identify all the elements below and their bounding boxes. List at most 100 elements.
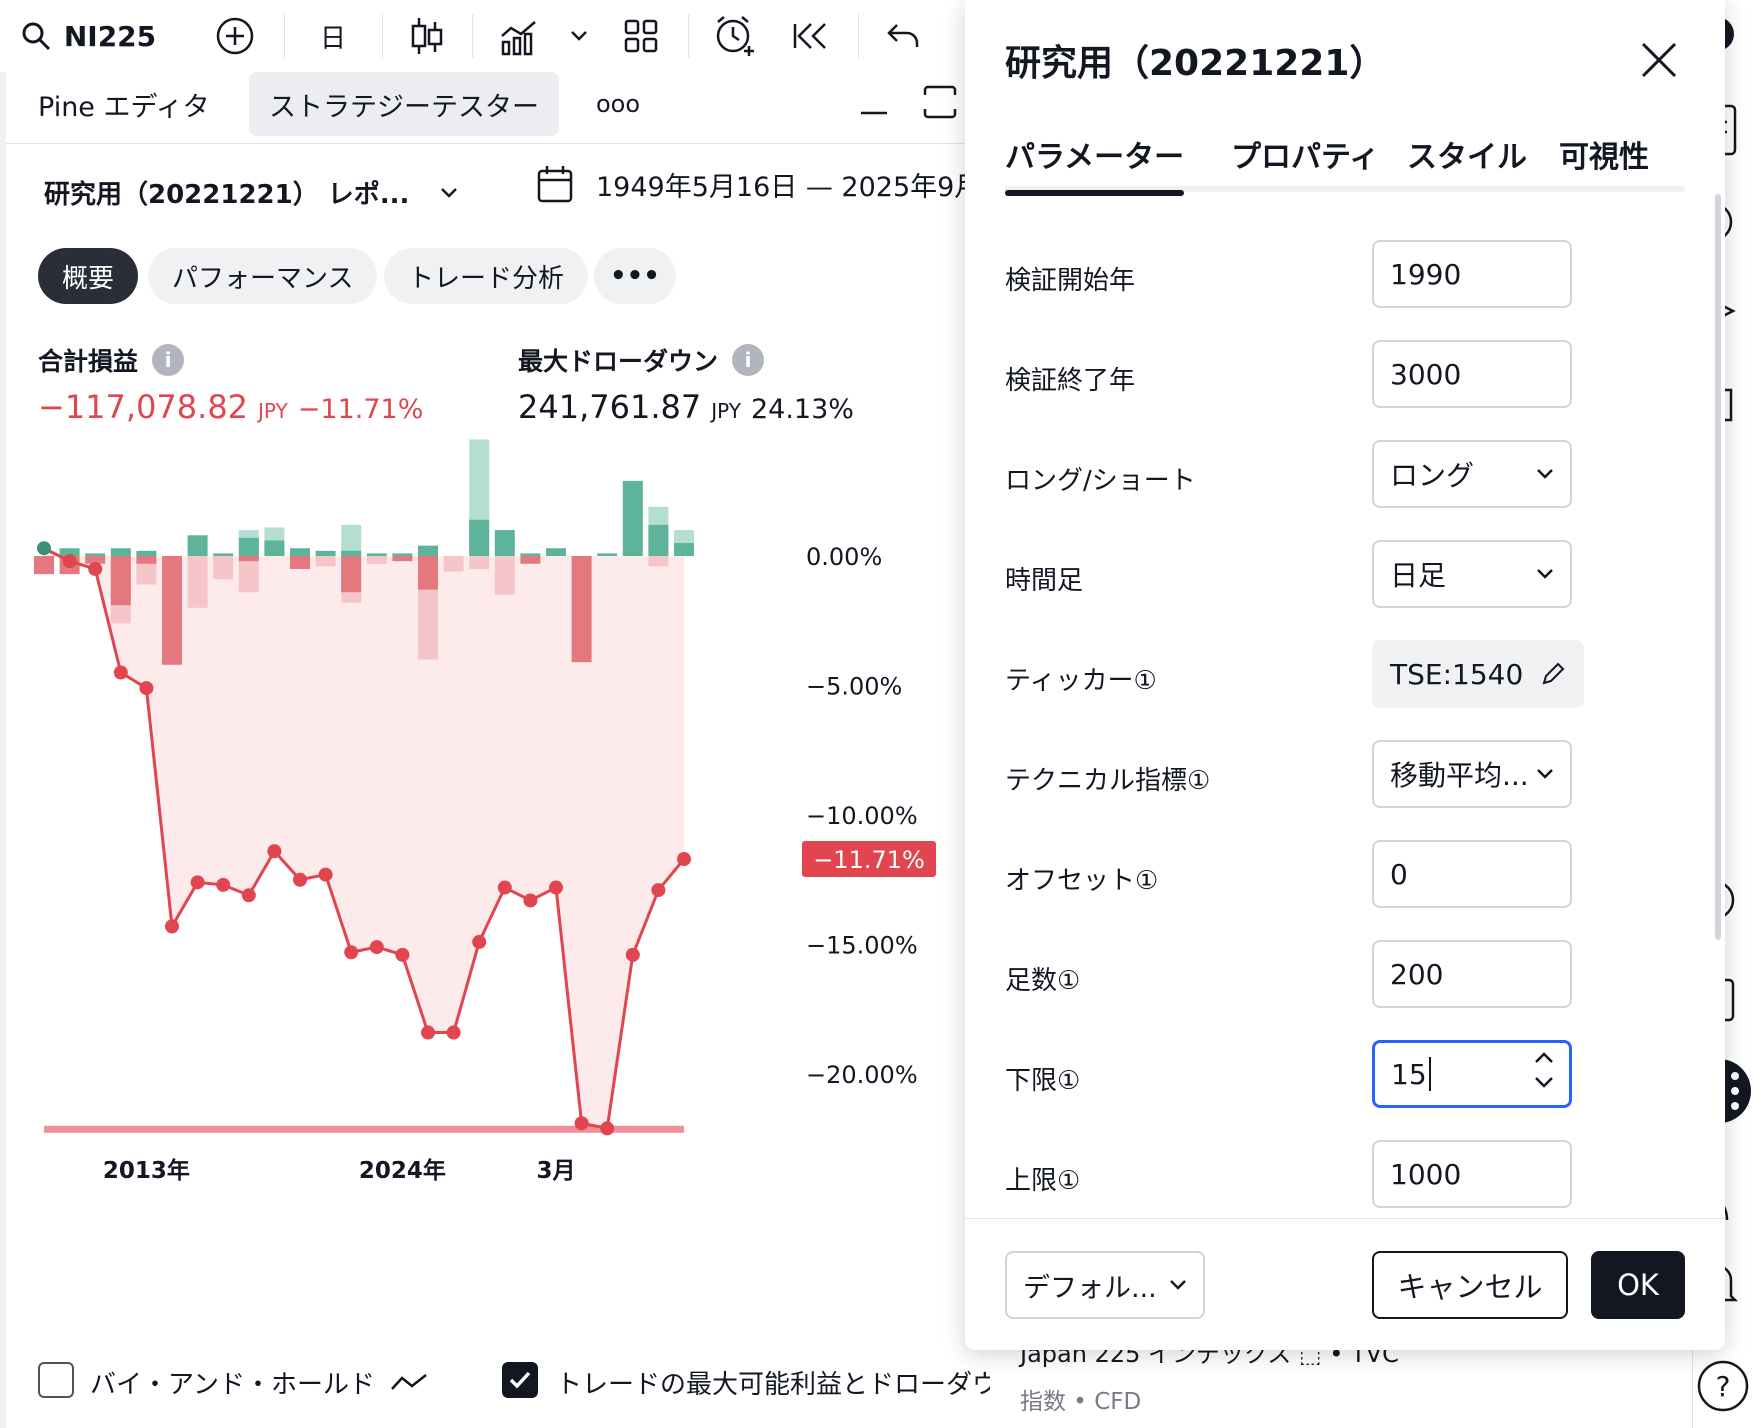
- param-select-direction[interactable]: ロング: [1372, 440, 1572, 508]
- chevron-down-icon: [1537, 569, 1553, 579]
- tab-visibility[interactable]: 可視性: [1559, 132, 1649, 188]
- defaults-dropdown[interactable]: デフォル...: [1005, 1251, 1205, 1319]
- equity-point: [472, 934, 487, 949]
- equity-point: [523, 893, 538, 908]
- alarm-clock-plus-icon: [716, 16, 754, 56]
- equity-point: [369, 940, 384, 955]
- close-icon: [1641, 42, 1677, 78]
- bar-max-drawdown: [648, 556, 669, 567]
- y-tick-label: −10.00%: [806, 802, 918, 830]
- bar-loss: [162, 556, 182, 665]
- param-label-start-year: 検証開始年: [1005, 266, 1136, 296]
- close-button[interactable]: [1635, 36, 1683, 84]
- param-label-bars: 足数①: [1005, 966, 1081, 996]
- bar-profit: [622, 480, 643, 556]
- grid-layout-icon: [624, 19, 658, 53]
- x-tick-label: 3月: [536, 1158, 575, 1184]
- param-input-bars[interactable]: 200: [1372, 940, 1572, 1008]
- defaults-label: デフォル...: [1023, 1272, 1157, 1304]
- indicators-button[interactable]: [494, 0, 544, 72]
- bar-profit: [418, 545, 438, 556]
- param-input-lower[interactable]: 15: [1372, 1040, 1572, 1108]
- bar-loss: [110, 556, 131, 606]
- bar-profit: [674, 543, 694, 556]
- bar-profit: [264, 540, 285, 556]
- bar-profit: [238, 537, 259, 556]
- bar-max-drawdown: [366, 556, 387, 564]
- toolbar-divider: [688, 14, 689, 58]
- bar-loss: [290, 556, 310, 569]
- chevron-down-icon: [1537, 769, 1553, 779]
- param-value: 0: [1390, 857, 1408, 891]
- tab-style[interactable]: スタイル: [1407, 132, 1527, 188]
- search-icon: [22, 22, 50, 51]
- undo-icon: [887, 24, 919, 47]
- dialog-scrollbar[interactable]: [1715, 194, 1721, 940]
- equity-point: [395, 947, 410, 962]
- buy-hold-checkbox[interactable]: [38, 1362, 74, 1398]
- indicators-icon: [501, 21, 536, 56]
- bar-profit: [341, 550, 362, 556]
- equity-point: [651, 883, 666, 898]
- chart-options-row: バイ・アンド・ホールド トレードの最大可能利益とドローダウ: [0, 1352, 998, 1428]
- equity-point: [241, 888, 256, 903]
- dialog-footer: デフォル... キャンセル OK: [965, 1218, 1725, 1350]
- bar-loss: [34, 556, 54, 575]
- param-ticker-button[interactable]: TSE:1540: [1372, 640, 1584, 708]
- max-profit-checkbox[interactable]: [502, 1362, 538, 1398]
- ok-button[interactable]: OK: [1591, 1251, 1685, 1319]
- chevron-up-icon[interactable]: [1533, 1051, 1555, 1065]
- bar-max-drawdown: [494, 556, 515, 595]
- compare-add-button[interactable]: [210, 0, 260, 72]
- layout-button[interactable]: [616, 0, 666, 72]
- buy-hold-label: バイ・アンド・ホールド: [90, 1370, 375, 1400]
- toolbar-divider: [858, 14, 859, 58]
- bar-profit: [187, 535, 208, 556]
- chart-type-button[interactable]: [402, 0, 452, 72]
- param-label-timeframe: 時間足: [1005, 566, 1084, 596]
- equity-chart: 0.00% −5.00% −10.00% −15.00% −20.00% 2013年 202…: [34, 439, 936, 1184]
- alert-button[interactable]: [710, 0, 760, 72]
- param-value: 1990: [1390, 257, 1462, 291]
- equity-point: [549, 880, 563, 895]
- candlestick-icon: [411, 18, 443, 54]
- param-input-start-year[interactable]: 1990: [1372, 240, 1572, 308]
- cancel-button[interactable]: キャンセル: [1372, 1251, 1568, 1319]
- interval-button[interactable]: 日: [308, 0, 358, 72]
- symbol-search-button[interactable]: NI225: [18, 0, 158, 72]
- chevron-down-icon[interactable]: [1533, 1075, 1555, 1089]
- equity-point: [37, 541, 51, 556]
- param-input-end-year[interactable]: 3000: [1372, 340, 1572, 408]
- y-tick-label: −15.00%: [806, 932, 918, 960]
- undo-button[interactable]: [878, 0, 928, 72]
- equity-point: [574, 1116, 589, 1131]
- bar-profit: [597, 553, 618, 556]
- bar-max-drawdown: [469, 556, 490, 569]
- param-input-offset[interactable]: 0: [1372, 840, 1572, 908]
- bar-profit: [290, 548, 310, 556]
- param-select-timeframe[interactable]: 日足: [1372, 540, 1572, 608]
- help-icon[interactable]: ?: [1693, 1352, 1759, 1418]
- indicators-dropdown-button[interactable]: [564, 0, 594, 72]
- bar-profit: [392, 553, 413, 556]
- bar-loss: [341, 556, 362, 593]
- equity-point: [190, 875, 205, 890]
- param-label-offset: オフセット①: [1005, 866, 1159, 896]
- line-chart-icon: [391, 1374, 427, 1390]
- chevron-down-icon: [571, 31, 587, 41]
- instrument-type: 指数 • CFD: [1020, 1389, 1142, 1415]
- bar-profit: [648, 524, 669, 556]
- tab-properties[interactable]: プロパティ: [1231, 132, 1379, 188]
- replay-button[interactable]: [786, 0, 836, 72]
- param-value: 1000: [1390, 1157, 1462, 1191]
- equity-point: [677, 852, 691, 867]
- symbol-label: NI225: [63, 19, 157, 53]
- bar-profit: [366, 553, 387, 556]
- param-select-indicator[interactable]: 移動平均...: [1372, 740, 1572, 808]
- bar-loss: [571, 556, 592, 663]
- param-label-direction: ロング/ショート: [1005, 466, 1196, 496]
- bar-loss: [238, 556, 259, 562]
- param-input-upper[interactable]: 1000: [1372, 1140, 1572, 1208]
- tab-parameters[interactable]: パラメーター: [1005, 132, 1185, 196]
- number-stepper[interactable]: [1533, 1051, 1555, 1089]
